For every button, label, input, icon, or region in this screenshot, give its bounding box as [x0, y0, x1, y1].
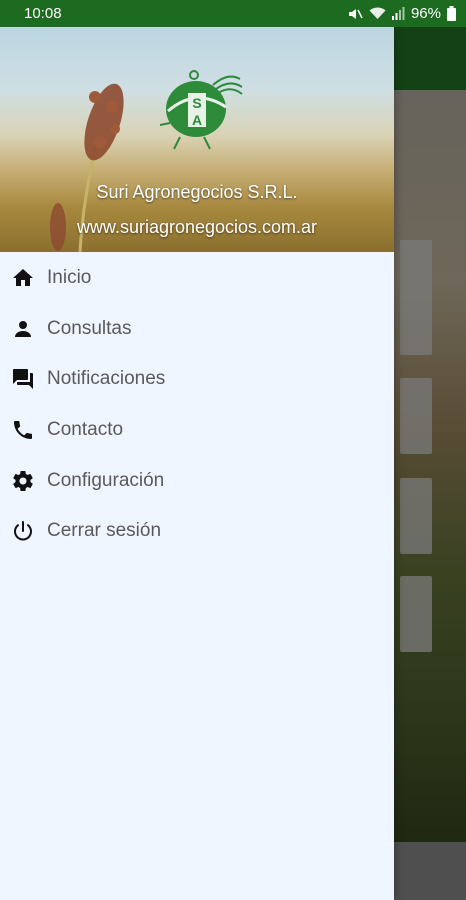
- battery-icon: [447, 6, 456, 21]
- mute-icon: [347, 7, 363, 21]
- menu-item-label: Configuración: [47, 469, 165, 491]
- navigation-drawer: S A Suri Agronegocios S.R.L. www.suriagr…: [0, 27, 394, 900]
- menu-item-inicio[interactable]: Inicio: [0, 253, 394, 304]
- menu-item-contacto[interactable]: Contacto: [0, 405, 394, 456]
- menu-item-cerrar-sesion[interactable]: Cerrar sesión: [0, 506, 394, 557]
- phone-icon: [11, 418, 35, 442]
- power-icon: [11, 519, 35, 543]
- signal-icon: [391, 7, 405, 20]
- menu-item-configuracion[interactable]: Configuración: [0, 455, 394, 506]
- status-time: 10:08: [24, 5, 62, 22]
- menu-item-notificaciones[interactable]: Notificaciones: [0, 354, 394, 405]
- chat-icon: [11, 367, 35, 391]
- menu-item-label: Cerrar sesión: [47, 520, 162, 542]
- svg-text:S: S: [192, 95, 201, 111]
- menu-item-label: Notificaciones: [47, 368, 166, 390]
- home-icon: [11, 266, 35, 290]
- status-icons: 96%: [347, 5, 456, 22]
- settings-icon: [11, 469, 35, 493]
- company-name: Suri Agronegocios S.R.L.: [96, 182, 298, 202]
- menu-item-label: Contacto: [47, 419, 124, 441]
- person-icon: [11, 317, 35, 341]
- menu-item-consultas[interactable]: Consultas: [0, 304, 394, 355]
- menu-item-label: Consultas: [47, 317, 132, 339]
- menu-item-label: Inicio: [47, 267, 92, 289]
- suri-logo: S A: [159, 70, 243, 150]
- wifi-icon: [369, 7, 386, 20]
- drawer-header: S A Suri Agronegocios S.R.L. www.suriagr…: [0, 27, 394, 252]
- company-url[interactable]: www.suriagronegocios.com.ar: [0, 217, 394, 238]
- svg-text:A: A: [192, 112, 202, 128]
- status-bar: 10:08 96%: [0, 0, 466, 27]
- drawer-menu: Inicio Consultas Notificaciones Contacto…: [0, 252, 394, 557]
- battery-text: 96%: [410, 5, 441, 22]
